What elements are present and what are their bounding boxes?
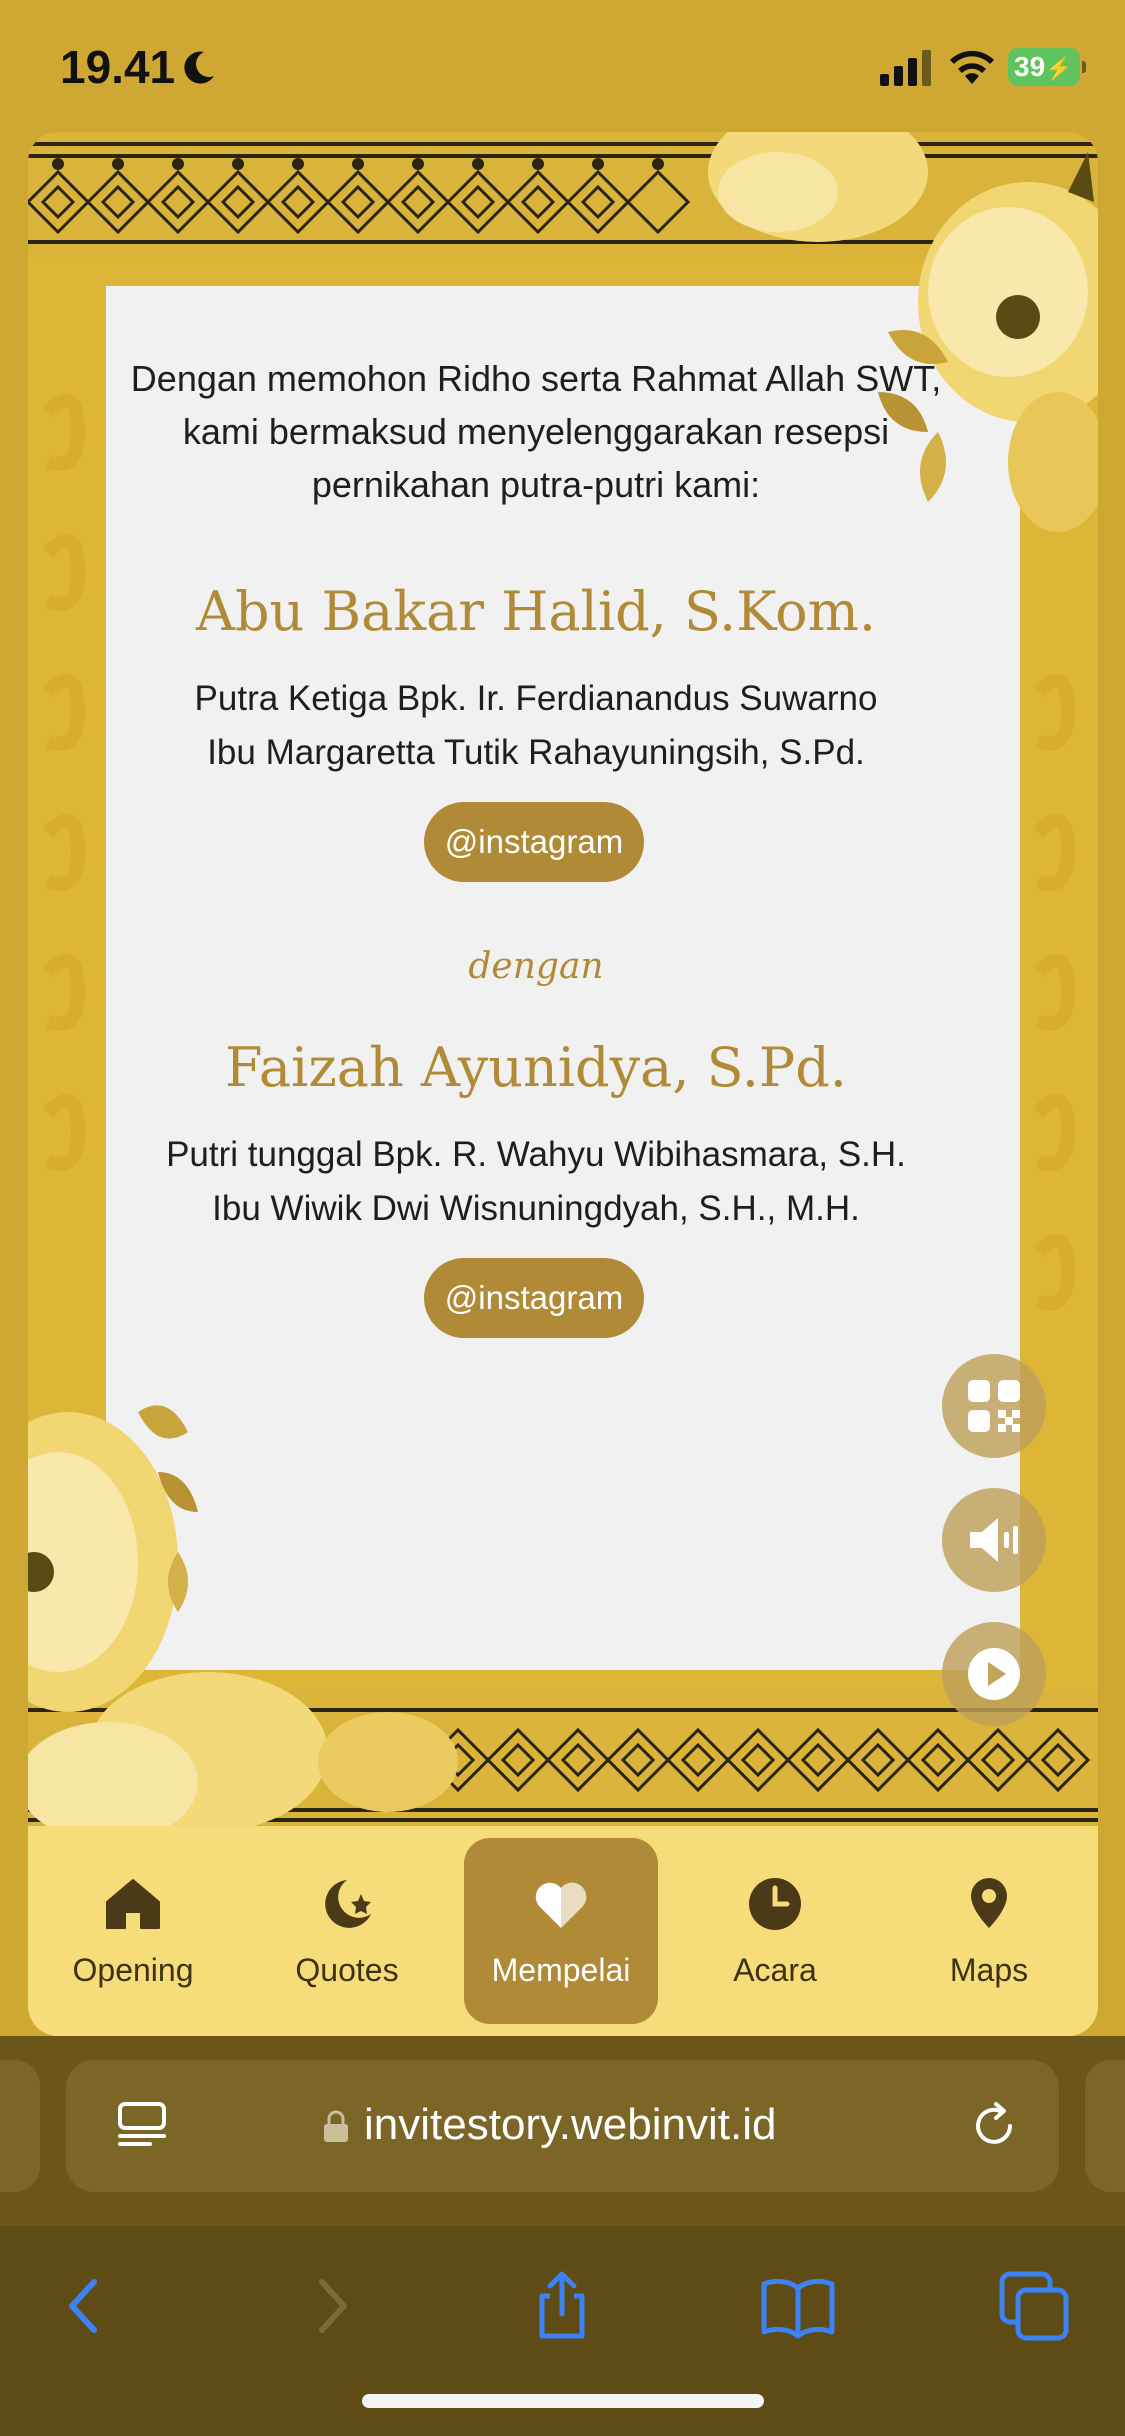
moon-icon — [184, 51, 214, 84]
chevron-left-icon — [69, 2279, 97, 2333]
nav-item-maps[interactable]: Maps — [892, 1838, 1086, 2024]
clock-icon — [749, 1878, 801, 1930]
flower-decoration-bottom — [28, 1405, 458, 1826]
nav-label-acara: Acara — [733, 1952, 817, 1988]
home-indicator — [362, 2394, 764, 2408]
share-icon — [539, 2271, 585, 2339]
book-icon — [761, 2278, 835, 2339]
nav-label-opening: Opening — [72, 1952, 194, 1988]
battery-indicator: 39⚡ — [1008, 48, 1086, 86]
groom-name: Abu Bakar Halid, S.Kom. — [195, 580, 876, 643]
bride-instagram-button[interactable]: @instagram — [424, 1258, 644, 1338]
qr-code-icon — [968, 1380, 1020, 1432]
home-icon — [106, 1879, 160, 1929]
reader-mode-icon[interactable] — [114, 2098, 170, 2154]
invitation-intro: Dengan memohon Ridho serta Rahmat Allah … — [130, 358, 942, 505]
nav-item-acara[interactable]: Acara — [678, 1838, 872, 2024]
wifi-icon — [950, 50, 994, 84]
play-icon — [968, 1648, 1020, 1700]
bride-name: Faizah Ayunidya, S.Pd. — [225, 1036, 847, 1099]
map-pin-icon — [971, 1878, 1007, 1928]
battery-level: 39 — [1014, 51, 1046, 82]
address-bar-area: invitestory.webinvit.id — [0, 2036, 1125, 2226]
nav-item-quotes[interactable]: Quotes — [250, 1838, 444, 2024]
back-button[interactable] — [46, 2266, 126, 2346]
nav-label-mempelai: Mempelai — [491, 1952, 631, 1988]
next-tab-preview[interactable] — [1085, 2060, 1125, 2192]
forward-button[interactable] — [290, 2266, 370, 2346]
speaker-icon — [970, 1518, 1018, 1562]
url-text: invitestory.webinvit.id — [364, 2100, 777, 2149]
bottom-navigation: Opening Quotes Mempelai Acara Maps — [28, 1826, 1098, 2036]
bride-parents: Putri tunggal Bpk. R. Wahyu Wibihasmara,… — [166, 1135, 906, 1228]
share-button[interactable] — [522, 2266, 602, 2346]
connector-text: dengan — [468, 946, 604, 987]
autoplay-button[interactable] — [942, 1622, 1046, 1726]
nav-item-opening[interactable]: Opening — [36, 1838, 230, 2024]
nav-label-maps: Maps — [949, 1952, 1029, 1988]
status-bar: 19.41 39⚡ — [0, 0, 1125, 130]
tabs-icon — [999, 2271, 1069, 2341]
nav-label-quotes: Quotes — [295, 1952, 399, 1988]
nav-item-mempelai[interactable]: Mempelai — [464, 1838, 658, 2024]
moon-star-icon — [325, 1880, 371, 1928]
url-bar[interactable]: invitestory.webinvit.id — [66, 2060, 1059, 2192]
chevron-right-icon — [319, 2279, 347, 2333]
bookmarks-button[interactable] — [758, 2266, 838, 2346]
groom-parents: Putra Ketiga Bpk. Ir. Ferdianandus Suwar… — [194, 679, 878, 772]
previous-tab-preview[interactable] — [0, 2060, 40, 2192]
browser-chrome: invitestory.webinvit.id — [0, 2036, 1125, 2436]
heart-icon — [535, 1882, 587, 1928]
signal-icon — [880, 50, 931, 86]
browser-toolbar — [0, 2226, 1125, 2436]
sound-toggle-button[interactable] — [942, 1488, 1046, 1592]
reload-icon[interactable] — [966, 2098, 1022, 2154]
status-time: 19.41 — [60, 41, 176, 93]
tabs-button[interactable] — [994, 2266, 1074, 2346]
lock-icon — [324, 2110, 348, 2142]
groom-instagram-button[interactable]: @instagram — [424, 802, 644, 882]
qr-code-button[interactable] — [942, 1354, 1046, 1458]
